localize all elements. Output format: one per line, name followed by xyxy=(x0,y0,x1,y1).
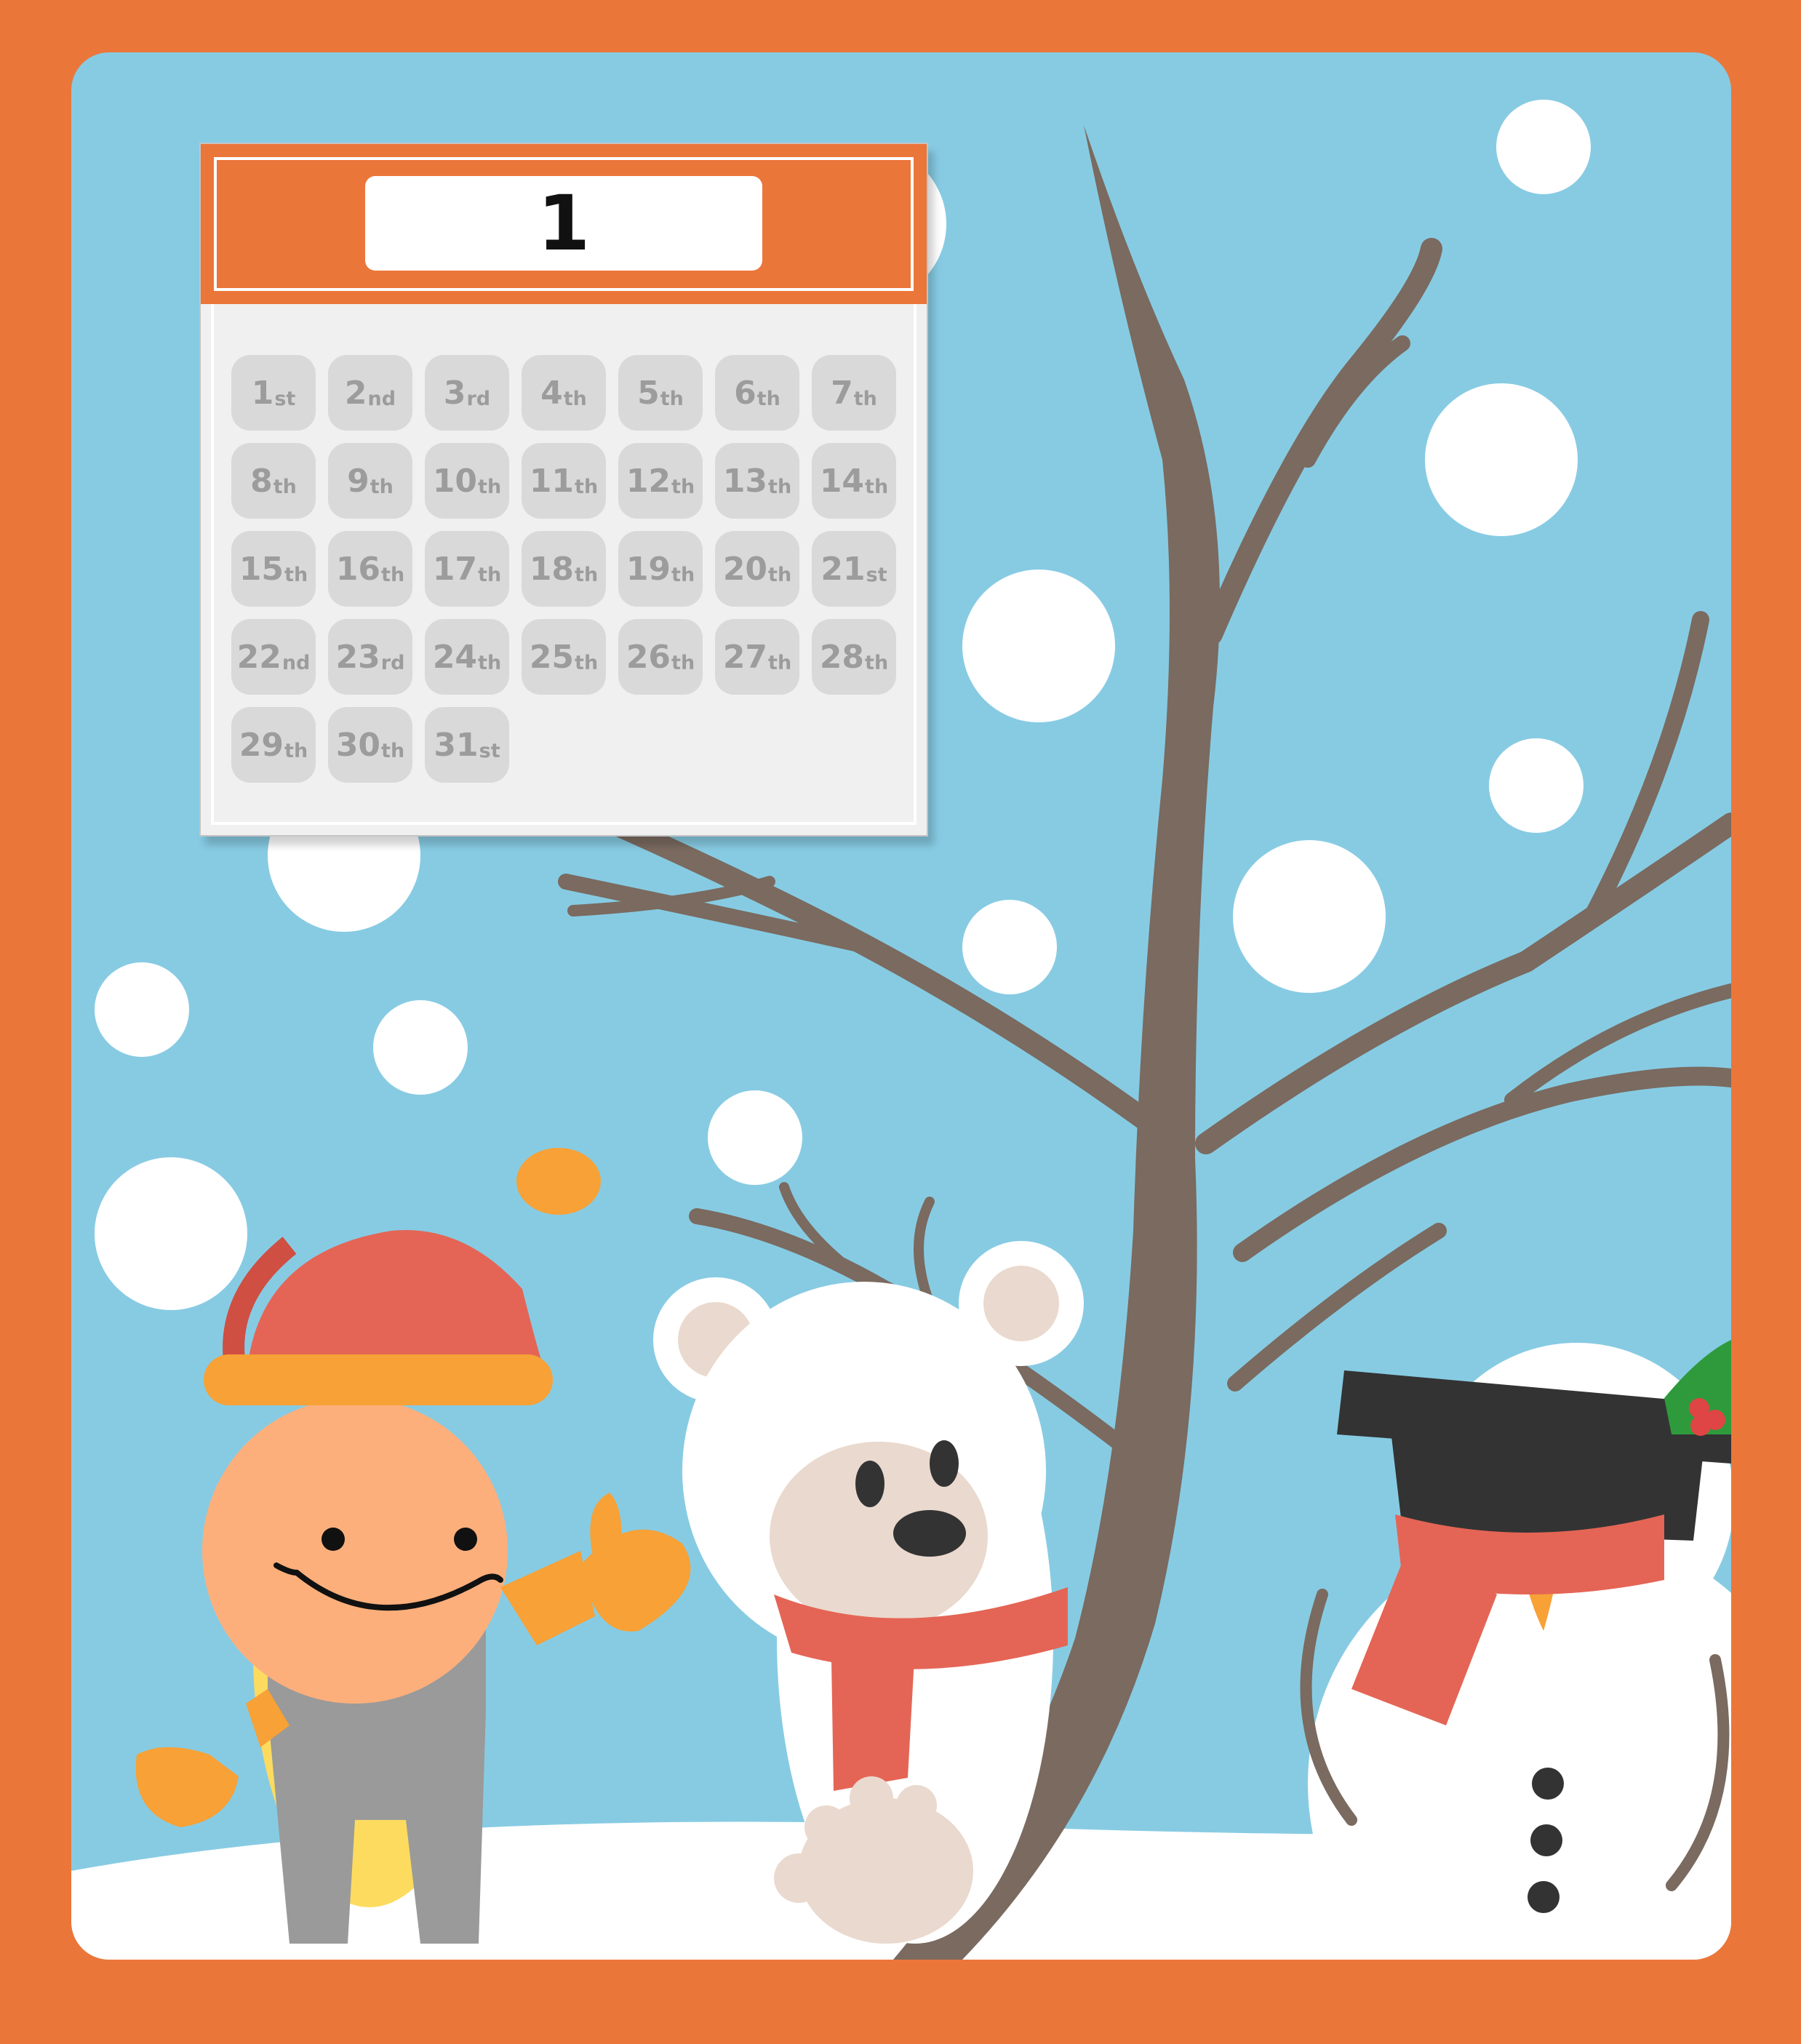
day-number: 28 xyxy=(819,638,865,676)
day-number: 29 xyxy=(239,726,284,764)
day-suffix: th xyxy=(671,651,695,674)
day-tile-18[interactable]: 18th xyxy=(522,531,606,607)
day-suffix: th xyxy=(853,387,877,410)
day-suffix: th xyxy=(575,563,599,586)
day-tile-30[interactable]: 30th xyxy=(328,707,412,783)
day-suffix: nd xyxy=(281,651,311,674)
day-tile-31[interactable]: 31st xyxy=(425,707,509,783)
day-tile-6[interactable]: 6th xyxy=(715,355,799,431)
day-tile-26[interactable]: 26th xyxy=(618,619,703,695)
day-number: 26 xyxy=(626,638,671,676)
month-label: 1 xyxy=(365,176,762,271)
day-suffix: th xyxy=(660,387,684,410)
day-tile-2[interactable]: 2nd xyxy=(328,355,412,431)
day-suffix: th xyxy=(381,739,405,762)
day-suffix: th xyxy=(768,651,792,674)
day-suffix: th xyxy=(284,563,308,586)
day-number: 14 xyxy=(819,462,865,500)
day-suffix: th xyxy=(575,651,599,674)
day-tile-12[interactable]: 12th xyxy=(618,443,703,519)
day-tile-19[interactable]: 19th xyxy=(618,531,703,607)
day-suffix: th xyxy=(273,475,297,498)
day-number: 13 xyxy=(722,462,768,500)
day-suffix: st xyxy=(274,387,296,410)
day-number: 8 xyxy=(250,462,273,500)
day-number: 12 xyxy=(626,462,671,500)
day-tile-20[interactable]: 20th xyxy=(715,531,799,607)
day-number: 10 xyxy=(432,462,478,500)
day-tile-16[interactable]: 16th xyxy=(328,531,412,607)
day-number: 15 xyxy=(239,550,284,588)
day-suffix: th xyxy=(478,563,502,586)
day-number: 11 xyxy=(529,462,575,500)
day-suffix: th xyxy=(768,563,792,586)
day-tile-13[interactable]: 13th xyxy=(715,443,799,519)
day-tile-25[interactable]: 25th xyxy=(522,619,606,695)
day-tile-5[interactable]: 5th xyxy=(618,355,703,431)
day-suffix: th xyxy=(381,563,405,586)
day-suffix: rd xyxy=(466,387,491,410)
day-number: 23 xyxy=(335,638,380,676)
day-tile-14[interactable]: 14th xyxy=(812,443,896,519)
day-suffix: th xyxy=(865,475,889,498)
day-number: 5 xyxy=(637,374,660,412)
day-tile-15[interactable]: 15th xyxy=(231,531,316,607)
day-number: 21 xyxy=(820,550,866,588)
day-suffix: th xyxy=(370,475,394,498)
day-tile-1[interactable]: 1st xyxy=(231,355,316,431)
snowman xyxy=(1300,1340,1731,1960)
day-number: 18 xyxy=(529,550,575,588)
calendar-card: 1 1st 2nd 3rd 4th 5th 6th 7th 8th 9th 10th 11th 12 t… xyxy=(199,143,928,837)
day-number: 19 xyxy=(626,550,671,588)
day-number: 22 xyxy=(236,638,281,676)
day-number: 17 xyxy=(432,550,478,588)
day-number: 1 xyxy=(251,374,274,412)
calendar-header: 1 xyxy=(201,144,927,304)
day-number: 31 xyxy=(434,726,479,764)
day-tile-8[interactable]: 8th xyxy=(231,443,316,519)
day-tile-28[interactable]: 28th xyxy=(812,619,896,695)
winter-scene: 1 1st 2nd 3rd 4th 5th 6th 7th 8th 9th 10th 11th 12 t… xyxy=(71,52,1731,1960)
day-suffix: th xyxy=(865,651,889,674)
day-tile-11[interactable]: 11th xyxy=(522,443,606,519)
day-number: 16 xyxy=(335,550,381,588)
day-tile-17[interactable]: 17th xyxy=(425,531,509,607)
day-number: 20 xyxy=(722,550,768,588)
day-tile-22[interactable]: 22nd xyxy=(231,619,316,695)
day-suffix: th xyxy=(671,475,695,498)
day-number: 7 xyxy=(831,374,853,412)
day-tile-23[interactable]: 23rd xyxy=(328,619,412,695)
day-tile-27[interactable]: 27th xyxy=(715,619,799,695)
day-suffix: th xyxy=(563,387,587,410)
day-number: 2 xyxy=(344,374,367,412)
day-tile-7[interactable]: 7th xyxy=(812,355,896,431)
day-suffix: th xyxy=(671,563,695,586)
day-suffix: st xyxy=(479,739,500,762)
day-tile-24[interactable]: 24th xyxy=(425,619,509,695)
day-number: 30 xyxy=(335,726,381,764)
day-suffix: th xyxy=(478,475,502,498)
day-tile-3[interactable]: 3rd xyxy=(425,355,509,431)
day-suffix: th xyxy=(768,475,792,498)
day-number: 25 xyxy=(529,638,575,676)
day-grid: 1st 2nd 3rd 4th 5th 6th 7th 8th 9th 10th 11th 12th 1… xyxy=(231,355,896,783)
day-suffix: rd xyxy=(380,651,405,674)
day-number: 9 xyxy=(347,462,370,500)
day-number: 4 xyxy=(540,374,563,412)
day-tile-21[interactable]: 21st xyxy=(812,531,896,607)
day-suffix: nd xyxy=(367,387,396,410)
day-tile-9[interactable]: 9th xyxy=(328,443,412,519)
day-number: 24 xyxy=(432,638,478,676)
day-number: 27 xyxy=(722,638,768,676)
day-number: 3 xyxy=(443,374,466,412)
day-tile-29[interactable]: 29th xyxy=(231,707,316,783)
day-number: 6 xyxy=(734,374,756,412)
day-tile-10[interactable]: 10th xyxy=(425,443,509,519)
day-suffix: th xyxy=(478,651,502,674)
day-tile-4[interactable]: 4th xyxy=(522,355,606,431)
day-suffix: th xyxy=(284,739,308,762)
day-suffix: st xyxy=(866,563,887,586)
day-suffix: th xyxy=(575,475,599,498)
day-suffix: th xyxy=(756,387,780,410)
